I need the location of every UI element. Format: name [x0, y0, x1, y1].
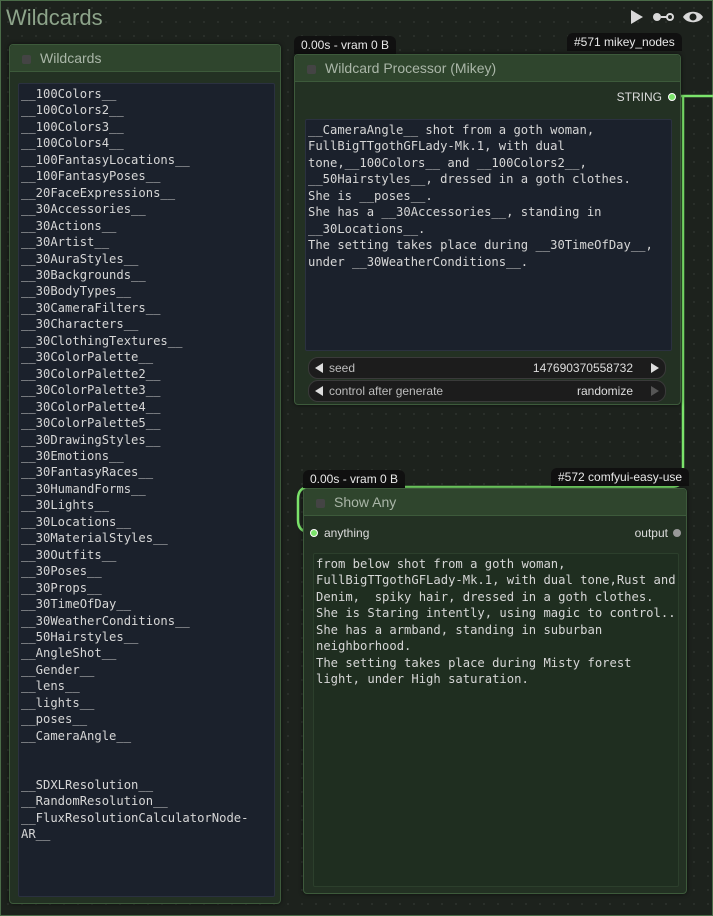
control-label: control after generate: [329, 384, 444, 398]
control-next-icon[interactable]: [651, 386, 659, 396]
processor-node-title: Wildcard Processor (Mikey): [325, 60, 497, 76]
processor-timing-badge: 0.00s - vram 0 B: [294, 36, 397, 54]
wildcard-processor-node[interactable]: Wildcard Processor (Mikey) STRING __Came…: [294, 54, 681, 405]
showany-node-title: Show Any: [334, 494, 397, 510]
string-output-slot[interactable]: [668, 93, 676, 101]
control-after-generate-widget[interactable]: control after generate randomize: [308, 380, 666, 402]
collapse-toggle-icon[interactable]: [22, 54, 31, 64]
string-output-label: STRING: [616, 90, 662, 104]
processor-prompt-textarea[interactable]: __CameraAngle__ shot from a goth woman, …: [305, 119, 672, 351]
anything-input-label: anything: [324, 526, 370, 540]
collapse-toggle-icon[interactable]: [307, 64, 316, 74]
wildcards-node-header[interactable]: Wildcards: [10, 45, 280, 72]
output-slot[interactable]: [673, 529, 681, 537]
anything-input-slot[interactable]: [310, 529, 318, 537]
processor-node-header[interactable]: Wildcard Processor (Mikey): [295, 55, 680, 82]
control-prev-icon[interactable]: [315, 386, 323, 396]
collapse-toggle-icon[interactable]: [316, 498, 325, 508]
seed-label: seed: [329, 361, 356, 375]
showany-node-header[interactable]: Show Any: [304, 489, 686, 516]
control-value: randomize: [576, 384, 633, 398]
wildcards-node-title: Wildcards: [40, 50, 102, 66]
wildcards-node[interactable]: Wildcards __100Colors__ __100Colors2__ _…: [9, 44, 281, 904]
show-any-node[interactable]: Show Any anything output from below shot…: [303, 488, 687, 894]
showany-id-badge: #572 comfyui-easy-use: [551, 468, 690, 486]
processor-id-badge: #571 mikey_nodes: [567, 33, 682, 51]
seed-value: 147690370558732: [532, 361, 633, 375]
wildcards-textarea[interactable]: __100Colors__ __100Colors2__ __100Colors…: [18, 83, 275, 897]
seed-increment-icon[interactable]: [651, 363, 659, 373]
showany-timing-badge: 0.00s - vram 0 B: [303, 470, 406, 488]
output-label: output: [634, 526, 668, 540]
seed-widget[interactable]: seed 147690370558732: [308, 357, 666, 379]
seed-decrement-icon[interactable]: [315, 363, 323, 373]
showany-output-textarea[interactable]: from below shot from a goth woman, FullB…: [313, 553, 679, 887]
